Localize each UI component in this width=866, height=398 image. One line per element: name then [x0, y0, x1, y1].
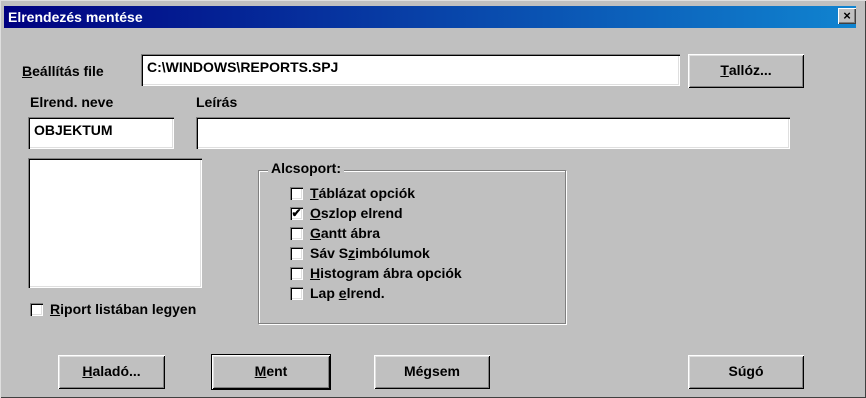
settings-file-input[interactable]: C:\WINDOWS\REPORTS.SPJ: [141, 54, 680, 86]
subgroup-option-checkbox[interactable]: ✔: [290, 207, 303, 220]
subgroup-option-row[interactable]: ✔ Oszlop elrend: [290, 204, 550, 224]
subgroup-option-label: Gantt ábra: [310, 225, 381, 241]
subgroup-option-checkbox[interactable]: [290, 287, 303, 300]
subgroup-option-checkbox[interactable]: [290, 187, 303, 200]
subgroup-option-checkbox[interactable]: [290, 227, 303, 240]
description-label: Leírás: [196, 94, 238, 110]
subgroup-option-label: Sáv Szimbólumok: [310, 245, 430, 261]
report-list-checkbox[interactable]: [30, 303, 43, 316]
close-button[interactable]: ×: [838, 8, 856, 24]
report-list-checkbox-row[interactable]: Riport listában legyen: [30, 300, 250, 320]
description-input[interactable]: [196, 117, 790, 149]
save-layout-dialog: Elrendezés mentése × Beállítás file C:\W…: [0, 0, 866, 398]
save-button[interactable]: Ment: [211, 354, 331, 390]
subgroup-option-label: Táblázat opciók: [310, 185, 416, 201]
subgroup-option-row[interactable]: Histogram ábra opciók: [290, 264, 550, 284]
settings-file-label: Beállítás file: [22, 63, 104, 79]
browse-button[interactable]: Tallóz...: [688, 54, 804, 88]
subgroup-option-row[interactable]: Lap elrend.: [290, 284, 550, 304]
subgroup-option-row[interactable]: Sáv Szimbólumok: [290, 244, 550, 264]
subgroup-option-row[interactable]: Táblázat opciók: [290, 184, 550, 204]
window-title: Elrendezés mentése: [8, 9, 143, 25]
layout-listbox[interactable]: [28, 158, 202, 288]
subgroup-option-label: Histogram ábra opciók: [310, 265, 462, 281]
subgroup-title: Alcsoport:: [268, 160, 344, 176]
layout-name-label: Elrend. neve: [30, 94, 114, 110]
title-bar[interactable]: Elrendezés mentése ×: [4, 6, 856, 28]
help-button[interactable]: Súgó: [688, 355, 804, 389]
subgroup-option-label: Oszlop elrend: [310, 205, 403, 221]
subgroup-option-checkbox[interactable]: [290, 247, 303, 260]
subgroup-option-label: Lap elrend.: [310, 285, 385, 301]
layout-name-input[interactable]: OBJEKTUM: [28, 117, 174, 149]
cancel-button[interactable]: Mégsem: [374, 355, 490, 389]
advanced-button[interactable]: Haladó...: [58, 355, 165, 389]
subgroup-option-row[interactable]: Gantt ábra: [290, 224, 550, 244]
subgroup-option-checkbox[interactable]: [290, 267, 303, 280]
report-list-checkbox-label: Riport listában legyen: [50, 301, 197, 317]
